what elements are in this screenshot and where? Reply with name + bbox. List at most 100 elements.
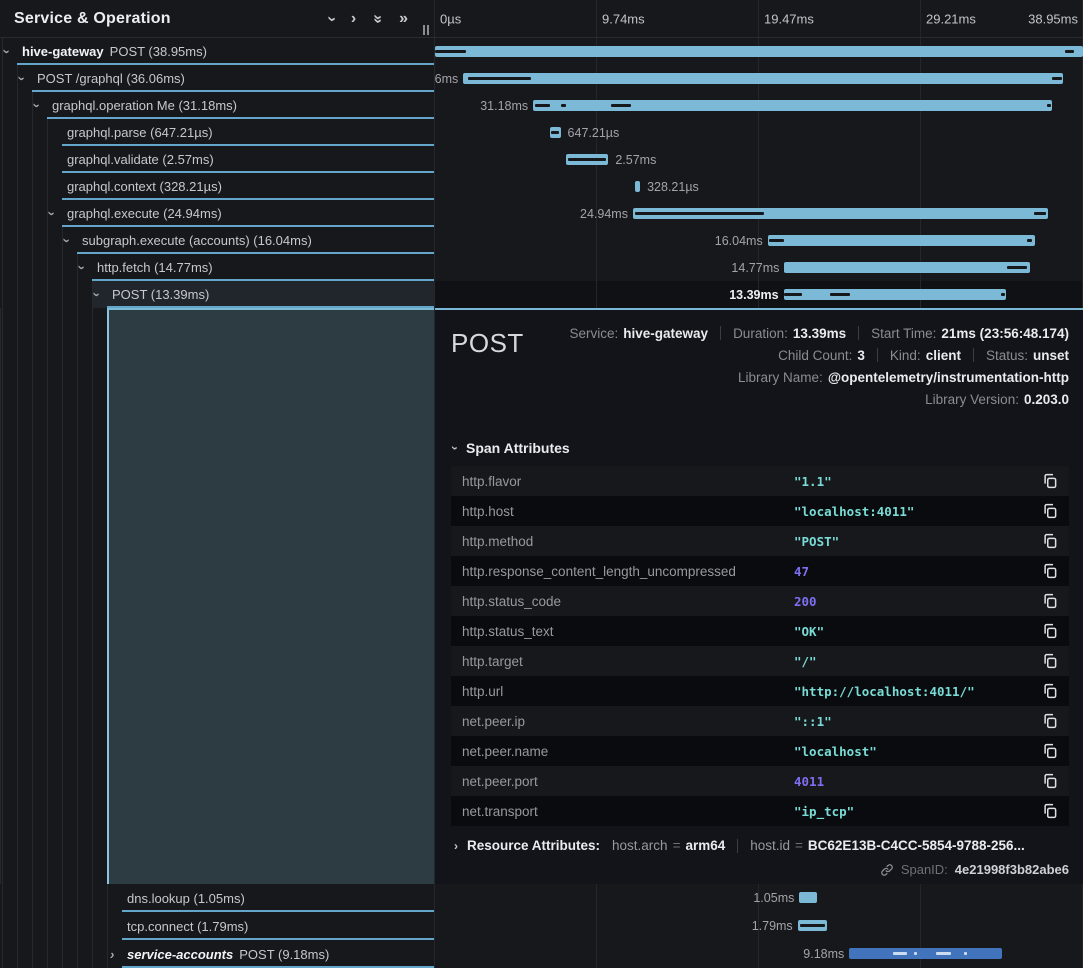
span-row[interactable]: graphql.parse (647.21µs)647.21µs	[0, 119, 1083, 146]
span-name-cell[interactable]: ›graphql.operation Me (31.18ms)	[0, 92, 435, 119]
span-rows-below-detail: dns.lookup (1.05ms)1.05mstcp.connect (1.…	[0, 884, 1083, 968]
span-row[interactable]: ›subgraph.execute (accounts) (16.04ms)16…	[0, 227, 1083, 254]
child-span-marker	[1047, 104, 1050, 107]
resource-attributes-row[interactable]: › Resource Attributes: host.arch=arm64ho…	[451, 838, 1069, 853]
copy-icon[interactable]	[1041, 622, 1059, 640]
span-timeline-cell[interactable]: 647.21µs	[435, 119, 1083, 146]
copy-icon[interactable]	[1041, 712, 1059, 730]
span-bar[interactable]	[798, 920, 828, 931]
span-timeline-cell[interactable]: 31.18ms	[435, 92, 1083, 119]
detail-field-value: unset	[1033, 348, 1069, 363]
span-name-cell[interactable]: ›graphql.execute (24.94ms)	[0, 200, 435, 227]
span-name-cell[interactable]: graphql.parse (647.21µs)	[0, 119, 435, 146]
timeline-axis[interactable]: 0µs9.74ms19.47ms29.21ms38.95ms	[435, 0, 1083, 38]
child-span-marker	[635, 212, 765, 215]
chevron-down-icon[interactable]: ›	[35, 98, 52, 113]
chevron-right-icon[interactable]: ›	[110, 947, 127, 962]
span-timeline-cell[interactable]: 1.79ms	[435, 912, 1083, 940]
span-bar[interactable]	[566, 154, 609, 165]
span-row[interactable]: ›graphql.operation Me (31.18ms)31.18ms	[0, 92, 1083, 119]
span-name-cell[interactable]: ›POST (13.39ms)	[0, 281, 435, 308]
span-bar[interactable]	[435, 46, 1083, 57]
span-name-cell[interactable]: ›subgraph.execute (accounts) (16.04ms)	[0, 227, 435, 254]
chevron-down-icon[interactable]: ›	[80, 260, 97, 275]
span-row[interactable]: ›POST /graphql (36.06ms)36.06ms	[0, 65, 1083, 92]
copy-icon[interactable]	[1041, 742, 1059, 760]
copy-icon[interactable]	[1041, 682, 1059, 700]
span-timeline-cell[interactable]: 2.57ms	[435, 146, 1083, 173]
span-service-name: service-accounts	[127, 947, 233, 962]
span-bar[interactable]	[799, 892, 816, 903]
span-row[interactable]: ›http.fetch (14.77ms)14.77ms	[0, 254, 1083, 281]
span-name-cell[interactable]: ›hive-gatewayPOST (38.95ms)	[0, 38, 435, 65]
chevron-down-icon[interactable]: ›	[95, 287, 112, 302]
span-timeline-cell[interactable]: 24.94ms	[435, 200, 1083, 227]
attribute-value: "ip_tcp"	[794, 804, 1041, 819]
copy-icon[interactable]	[1041, 562, 1059, 580]
span-row[interactable]: ›service-accountsPOST (9.18ms)9.18ms	[0, 940, 1083, 968]
span-row[interactable]: ›graphql.execute (24.94ms) 24.94ms	[0, 200, 1083, 227]
chevron-down-icon[interactable]: ›	[5, 44, 22, 59]
span-attributes-header[interactable]: › Span Attributes	[453, 436, 1069, 460]
span-timeline-cell[interactable]: 1.05ms	[435, 884, 1083, 912]
double-chevron-down-icon[interactable]: »	[373, 11, 382, 27]
copy-icon[interactable]	[1041, 502, 1059, 520]
span-row[interactable]: graphql.context (328.21µs)328.21µs	[0, 173, 1083, 200]
chevron-down-icon[interactable]: ›	[50, 206, 67, 221]
chevron-down-icon[interactable]: ›	[65, 233, 82, 248]
copy-icon[interactable]	[1041, 802, 1059, 820]
copy-icon[interactable]	[1041, 772, 1059, 790]
span-timeline-cell[interactable]: 13.39ms	[435, 281, 1083, 308]
span-name-cell[interactable]: graphql.context (328.21µs)	[0, 173, 435, 200]
child-span-marker	[800, 924, 825, 927]
span-bar[interactable]	[633, 208, 1048, 219]
span-timeline-cell[interactable]: 16.04ms	[435, 227, 1083, 254]
attribute-row: http.method"POST"	[451, 526, 1069, 556]
span-name-cell[interactable]: dns.lookup (1.05ms)	[0, 884, 435, 912]
span-timeline-cell[interactable]: 14.77ms	[435, 254, 1083, 281]
span-row[interactable]: dns.lookup (1.05ms)1.05ms	[0, 884, 1083, 912]
span-timeline-cell[interactable]: 36.06ms	[435, 65, 1083, 92]
span-name-content: ›POST (13.39ms)	[0, 281, 434, 308]
chevron-right-icon[interactable]: ›	[351, 11, 356, 27]
detail-field-value: client	[926, 348, 961, 363]
span-name-cell[interactable]: ›POST /graphql (36.06ms)	[0, 65, 435, 92]
column-resize-grip[interactable]	[423, 25, 429, 35]
detail-field-label: Kind:	[890, 348, 921, 363]
span-name-cell[interactable]: ›http.fetch (14.77ms)	[0, 254, 435, 281]
span-bar[interactable]	[635, 181, 640, 192]
copy-icon[interactable]	[1041, 532, 1059, 550]
detail-meta: Service:hive-gatewayDuration:13.39msStar…	[524, 322, 1069, 410]
double-chevron-right-icon[interactable]: »	[399, 11, 408, 27]
span-bar[interactable]	[784, 289, 1007, 300]
span-duration-label: 24.94ms	[580, 207, 628, 221]
span-name-cell[interactable]: tcp.connect (1.79ms)	[0, 912, 435, 940]
span-bar[interactable]	[849, 948, 1002, 959]
span-bar[interactable]	[550, 127, 561, 138]
link-icon[interactable]	[880, 863, 894, 877]
detail-field-label: Child Count:	[778, 348, 852, 363]
attribute-key: http.host	[462, 504, 794, 519]
span-name-cell[interactable]: graphql.validate (2.57ms)	[0, 146, 435, 173]
span-name-cell[interactable]: ›service-accountsPOST (9.18ms)	[0, 940, 435, 968]
copy-icon[interactable]	[1041, 592, 1059, 610]
chevron-down-icon[interactable]: ›	[20, 71, 37, 86]
span-timeline-cell[interactable]: 9.18ms	[435, 940, 1083, 968]
span-bar[interactable]	[768, 235, 1035, 246]
chevron-down-icon[interactable]: ›	[329, 11, 334, 27]
span-bar[interactable]	[463, 73, 1063, 84]
detail-meta-line: Child Count:3Kind:clientStatus:unset	[778, 344, 1069, 366]
span-operation-label: POST (13.39ms)	[112, 287, 209, 302]
span-row[interactable]: ›POST (13.39ms)13.39ms	[0, 281, 1083, 308]
span-bar[interactable]	[784, 262, 1030, 273]
copy-icon[interactable]	[1041, 652, 1059, 670]
span-row[interactable]: ›hive-gatewayPOST (38.95ms)	[0, 38, 1083, 65]
span-timeline-cell[interactable]	[435, 38, 1083, 65]
copy-icon[interactable]	[1041, 472, 1059, 490]
span-row[interactable]: tcp.connect (1.79ms)1.79ms	[0, 912, 1083, 940]
detail-field-label: Start Time:	[871, 326, 936, 341]
span-timeline-cell[interactable]: 328.21µs	[435, 173, 1083, 200]
span-bar[interactable]	[533, 100, 1052, 111]
chevron-down-icon: ›	[453, 441, 457, 455]
span-row[interactable]: graphql.validate (2.57ms)2.57ms	[0, 146, 1083, 173]
